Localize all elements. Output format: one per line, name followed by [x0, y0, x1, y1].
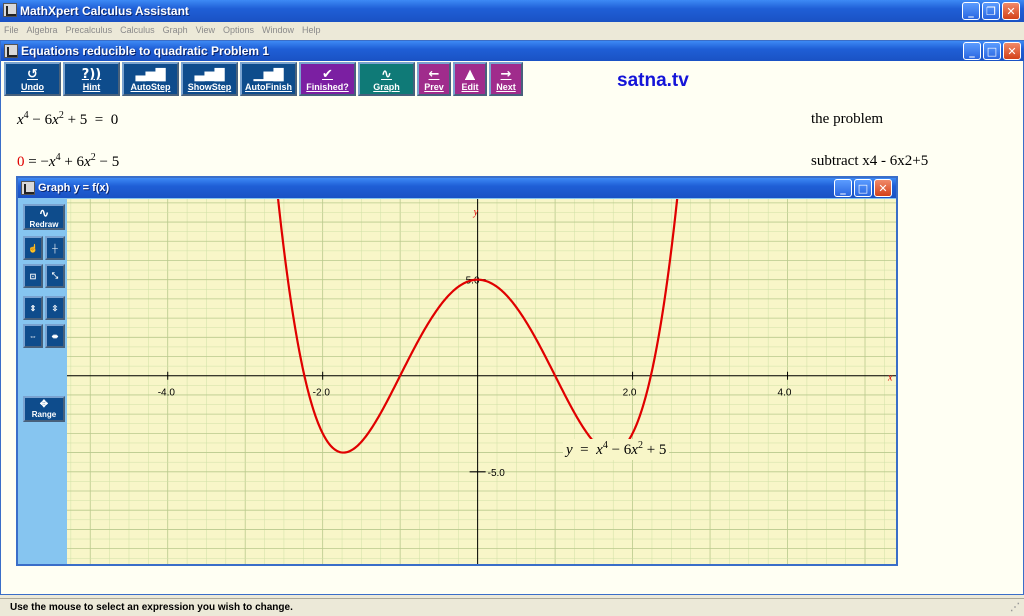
- crosshair-button[interactable]: ┼: [45, 236, 65, 260]
- stairs-icon: ▃▅▇: [194, 67, 225, 82]
- hand-icon: ☝: [28, 243, 38, 253]
- edit-button[interactable]: ▲ Edit: [453, 62, 487, 96]
- range-button[interactable]: ✥ Range: [23, 396, 65, 422]
- zoom-box-button[interactable]: ⊡: [23, 264, 43, 288]
- graph-maximize-button[interactable]: □: [854, 179, 872, 197]
- zoom-line-icon: ⤡: [51, 271, 59, 280]
- shrink-vertical-icon: ⇳: [51, 303, 59, 313]
- graph-button[interactable]: ∿ Graph: [358, 62, 415, 96]
- wave-icon: ∿: [38, 205, 50, 220]
- undo-button[interactable]: ↺ Undo: [4, 62, 61, 96]
- menu-calculus[interactable]: Calculus: [120, 25, 155, 35]
- y-tick-label: -5.0: [488, 468, 506, 479]
- status-text: Use the mouse to select an expression yo…: [10, 602, 293, 613]
- up-arrow-icon: ▲: [465, 67, 475, 82]
- y-axis-label: y: [473, 207, 479, 218]
- left-arrow-icon: ←: [428, 67, 440, 82]
- menu-help[interactable]: Help: [302, 25, 321, 35]
- watermark: satna.tv: [617, 70, 689, 91]
- document-titlebar: Equations reducible to quadratic Problem…: [1, 41, 1024, 61]
- menu-options[interactable]: Options: [223, 25, 254, 35]
- graph-plot-area[interactable]: x y -4.0 -2.0 2.0 4.0 5.0 -5.0 y = x4 − 6x2 + 5: [67, 199, 896, 564]
- status-bar: Use the mouse to select an expression yo…: [0, 598, 1024, 616]
- x-tick-label: 2.0: [623, 388, 637, 399]
- step-1-comment: the problem: [811, 111, 884, 127]
- menu-graph[interactable]: Graph: [163, 25, 188, 35]
- stairs-icon: ▁▅▇: [253, 67, 284, 82]
- x-tick-label: -4.0: [158, 388, 176, 399]
- autofinish-button[interactable]: ▁▅▇ AutoFinish: [240, 62, 297, 96]
- stretch-horizontal-icon: ⇔: [29, 331, 37, 341]
- menu-view[interactable]: View: [196, 25, 215, 35]
- menu-file[interactable]: File: [4, 25, 19, 35]
- stairs-icon: ▃▅▇: [135, 67, 166, 82]
- close-button[interactable]: ✕: [1002, 2, 1020, 20]
- showstep-button[interactable]: ▃▅▇ ShowStep: [181, 62, 238, 96]
- app-title: MathXpert Calculus Assistant: [20, 4, 189, 18]
- shrink-horizontal-button[interactable]: ⇼: [45, 324, 65, 348]
- graph-titlebar: Graph y = f(x) _ □ ✕: [18, 178, 896, 198]
- crosshair-icon: ┼: [52, 243, 58, 253]
- menu-window[interactable]: Window: [262, 25, 294, 35]
- hint-button[interactable]: ?)) Hint: [63, 62, 120, 96]
- undo-icon: ↺: [27, 67, 38, 82]
- redraw-button[interactable]: ∿ Redraw: [23, 204, 65, 230]
- menu-bar: File Algebra Precalculus Calculus Graph …: [0, 22, 1024, 38]
- app-icon: [3, 3, 17, 17]
- range-icon: ✥: [39, 399, 49, 410]
- step-2-comment: subtract x4 - 6x2+5: [811, 153, 929, 169]
- graph-icon: ∿: [381, 67, 392, 82]
- resize-grip-icon[interactable]: ⋰: [1010, 602, 1020, 614]
- right-arrow-icon: →: [500, 67, 512, 82]
- doc-maximize-button[interactable]: □: [983, 42, 1001, 60]
- shrink-horizontal-icon: ⇼: [51, 331, 59, 341]
- menu-algebra[interactable]: Algebra: [27, 25, 58, 35]
- x-axis-label: x: [887, 373, 893, 384]
- step-2-equation[interactable]: 0 = −x4 + 6x2 − 5: [17, 152, 119, 171]
- menu-precalculus[interactable]: Precalculus: [66, 25, 113, 35]
- stretch-vertical-icon: ⇕: [29, 303, 37, 313]
- app-titlebar: MathXpert Calculus Assistant _ ❐ ✕: [0, 0, 1024, 22]
- graph-minimize-button[interactable]: _: [834, 179, 852, 197]
- x-tick-label: 4.0: [778, 388, 792, 399]
- toolbar: ↺ Undo ?)) Hint ▃▅▇ AutoStep ▃▅▇ ShowStep ▁▅…: [4, 62, 523, 96]
- step-1-equation[interactable]: x4 − 6x2 + 5 = 0: [17, 110, 118, 129]
- next-button[interactable]: → Next: [489, 62, 523, 96]
- stretch-vertical-button[interactable]: ⇕: [23, 296, 43, 320]
- prev-button[interactable]: ← Prev: [417, 62, 451, 96]
- doc-minimize-button[interactable]: _: [963, 42, 981, 60]
- finished-button[interactable]: ✔ Finished?: [299, 62, 356, 96]
- hand-tool-button[interactable]: ☝: [23, 236, 43, 260]
- zoom-line-button[interactable]: ⤡: [45, 264, 65, 288]
- hint-icon: ?)): [81, 67, 102, 82]
- function-label: y = x4 − 6x2 + 5: [563, 439, 670, 460]
- check-icon: ✔: [322, 67, 333, 82]
- graph-close-button[interactable]: ✕: [874, 179, 892, 197]
- minimize-button[interactable]: _: [962, 2, 980, 20]
- doc-close-button[interactable]: ✕: [1003, 42, 1021, 60]
- graph-title: Graph y = f(x): [38, 182, 110, 194]
- graph-window-icon: [21, 181, 35, 195]
- function-graph: xy-4.0 -2.0 2.0 4.05.0-5.0: [67, 199, 896, 564]
- document-title: Equations reducible to quadratic Problem…: [21, 44, 270, 58]
- autostep-button[interactable]: ▃▅▇ AutoStep: [122, 62, 179, 96]
- stretch-horizontal-button[interactable]: ⇔: [23, 324, 43, 348]
- shrink-vertical-button[interactable]: ⇳: [45, 296, 65, 320]
- x-tick-label: -2.0: [313, 388, 331, 399]
- document-icon: [4, 44, 18, 58]
- restore-button[interactable]: ❐: [982, 2, 1000, 20]
- graph-window: Graph y = f(x) _ □ ✕ ∿ Redraw ☝ ┼ ⊡ ⤡ ⇕ ⇳…: [16, 176, 898, 566]
- zoom-box-icon: ⊡: [29, 271, 37, 281]
